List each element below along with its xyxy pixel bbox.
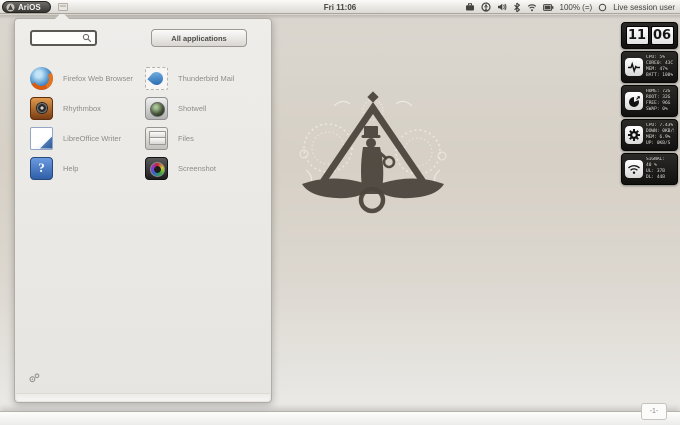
gear-icon [625,126,643,144]
app-item-help[interactable]: Help [30,153,145,183]
system-tray: 100% (=) Live session user [465,0,675,14]
app-label: Firefox Web Browser [63,73,133,83]
wifi-signal-icon [625,160,643,178]
wifi-icon[interactable] [527,3,537,12]
workspace-indicator[interactable]: -1- [641,403,667,420]
search-box[interactable] [30,30,97,46]
user-menu[interactable]: Live session user [613,3,675,12]
app-label: Help [63,163,79,173]
app-item-firefox[interactable]: Firefox Web Browser [30,63,145,93]
heartbeat-icon [625,58,643,76]
files-icon [145,126,168,150]
session-icon[interactable] [598,3,607,12]
arios-wallpaper-emblem [299,91,447,214]
accessibility-icon[interactable] [480,2,491,12]
app-label: Screenshot [178,163,216,173]
app-label: Rhythmbox [63,103,101,113]
desktop-widgets: 11 06 CPU: 5% CORE0: 43C MEM: 47% BATT: 100… [621,22,678,185]
app-item-thunderbird[interactable]: Thunderbird Mail [145,63,258,93]
widget-line: BATT: 100% [646,73,674,78]
widget-line: UP: 0KB/S [646,141,671,146]
app-item-shotwell[interactable]: Shotwell [145,93,258,123]
widget-line: DL: 44B [646,175,665,180]
help-icon [30,156,53,180]
search-icon [82,33,92,43]
writer-icon [30,126,53,150]
firefox-icon [30,66,53,90]
application-launcher-panel: All applications Firefox Web Browser Thun… [14,12,272,403]
app-item-files[interactable]: Files [145,123,258,153]
app-label: Thunderbird Mail [178,73,235,83]
search-input[interactable] [35,33,82,43]
app-label: LibreOffice Writer [63,133,122,143]
battery-percentage[interactable]: 100% (=) [560,3,593,12]
app-item-writer[interactable]: LibreOffice Writer [30,123,145,153]
network-widget: SIGNAL: 40 % UL: 37B DL: 44B [621,153,678,185]
thunderbird-icon [145,66,168,90]
app-grid: Firefox Web Browser Thunderbird Mail Rhyth… [30,63,258,183]
settings-gears-icon[interactable] [29,370,40,388]
rhythmbox-icon [30,96,53,120]
shotwell-icon [145,96,168,120]
clock-hour: 11 [625,26,649,45]
app-item-rhythmbox[interactable]: Rhythmbox [30,93,145,123]
system-monitor-widget: CPU: 5% CORE0: 43C MEM: 47% BATT: 100% [621,51,678,83]
disk-usage-widget: HOME: 72G ROOT: 32G FREE: 96G SWAP: 0% [621,85,678,117]
process-monitor-widget: CPU: 7.43% DOWN: 0KB/S MEM: 6.9% UP: 0KB/S [621,119,678,151]
pie-chart-icon [625,92,643,110]
top-bar: AriOS Fri 11:06 100% (=) Live session us… [0,0,680,14]
app-item-screenshot[interactable]: Screenshot [145,153,258,183]
bottom-tray [0,412,680,425]
input-source-icon[interactable] [465,2,475,12]
volume-icon[interactable] [497,2,507,12]
widget-line: SWAP: 0% [646,107,668,112]
screenshot-icon [145,156,168,180]
clock-widget: 11 06 [621,22,678,49]
clock-minute: 06 [650,26,674,45]
app-label: Files [178,133,194,143]
battery-icon[interactable] [542,3,554,12]
panel-footer [16,393,270,401]
bluetooth-icon[interactable] [513,2,521,13]
all-applications-button[interactable]: All applications [151,29,247,47]
app-label: Shotwell [178,103,207,113]
